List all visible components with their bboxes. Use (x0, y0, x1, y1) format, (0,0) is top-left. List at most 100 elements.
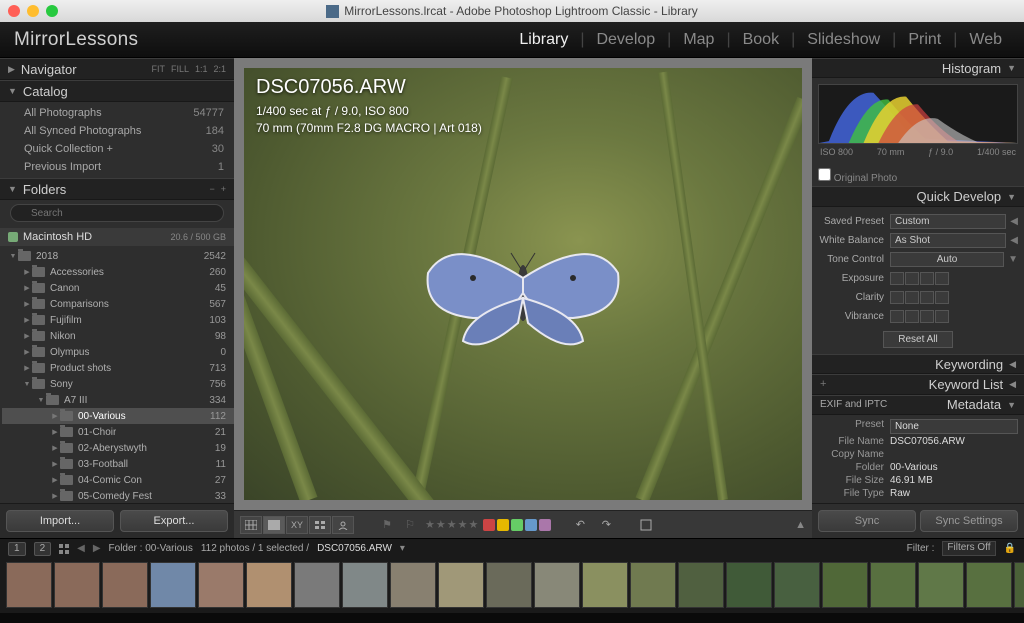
catalog-item[interactable]: All Synced Photographs184 (0, 122, 234, 140)
thumbnail[interactable] (534, 562, 580, 608)
thumbnail[interactable] (198, 562, 244, 608)
thumbnail[interactable] (822, 562, 868, 608)
import-button[interactable]: Import... (6, 510, 114, 532)
thumbnail[interactable] (246, 562, 292, 608)
metadata-preset-select[interactable]: None (890, 419, 1018, 434)
folder-search-input[interactable] (10, 204, 224, 222)
rotate-cw-button[interactable]: ↷ (595, 516, 617, 534)
catalog-item[interactable]: Quick Collection +30 (0, 140, 234, 158)
original-checkbox[interactable] (818, 168, 831, 181)
wb-select[interactable]: As Shot (890, 233, 1006, 248)
close-icon[interactable] (8, 5, 20, 17)
color-label[interactable] (539, 519, 551, 531)
folder-node[interactable]: ▶02-Aberystwyth19 (2, 440, 234, 456)
keywording-header[interactable]: Keywording ◀ (812, 354, 1024, 374)
folder-node[interactable]: ▶Canon45 (2, 280, 234, 296)
reset-all-button[interactable]: Reset All (883, 331, 952, 348)
thumbnail[interactable] (966, 562, 1012, 608)
folder-node[interactable]: ▶01-Choir21 (2, 424, 234, 440)
color-label[interactable] (483, 519, 495, 531)
thumbnail[interactable] (1014, 562, 1024, 608)
folder-node[interactable]: ▼Sony756 (2, 376, 234, 392)
catalog-item[interactable]: All Photographs54777 (0, 104, 234, 122)
histogram-header[interactable]: Histogram ▼ (812, 58, 1024, 78)
thumbnail[interactable] (630, 562, 676, 608)
thumbnail[interactable] (6, 562, 52, 608)
folder-node[interactable]: ▶Nikon98 (2, 328, 234, 344)
module-library[interactable]: Library (511, 31, 576, 49)
module-map[interactable]: Map (675, 31, 722, 49)
folder-node[interactable]: ▶00-Various112 (2, 408, 234, 424)
crop-overlay-button[interactable] (635, 516, 657, 534)
loupe-view-button[interactable] (263, 516, 285, 534)
metadata-header[interactable]: EXIF and IPTC Metadata ▼ (812, 395, 1024, 415)
histogram-graph[interactable] (818, 84, 1018, 144)
thumbnail[interactable] (726, 562, 772, 608)
module-develop[interactable]: Develop (588, 31, 663, 49)
minus-icon[interactable]: − (209, 184, 214, 194)
maximize-icon[interactable] (46, 5, 58, 17)
rating-stars[interactable]: ★★★★★ (425, 518, 479, 531)
page-1[interactable]: 1 (8, 542, 26, 556)
export-button[interactable]: Export... (120, 510, 228, 532)
vibrance-stepper[interactable] (890, 310, 949, 323)
catalog-header[interactable]: ▼ Catalog (0, 80, 234, 102)
volume-row[interactable]: Macintosh HD 20.6 / 500 GB (0, 228, 234, 246)
folder-node[interactable]: ▶04-Comic Con27 (2, 472, 234, 488)
thumbnail[interactable] (342, 562, 388, 608)
exposure-stepper[interactable] (890, 272, 949, 285)
module-book[interactable]: Book (735, 31, 787, 49)
quick-develop-header[interactable]: Quick Develop ▼ (812, 186, 1024, 206)
folder-node[interactable]: ▶Accessories260 (2, 264, 234, 280)
folder-node[interactable]: ▶Fujifilm103 (2, 312, 234, 328)
folder-node[interactable]: ▶05-Comedy Fest33 (2, 488, 234, 503)
flag-reject-button[interactable]: ⚐ (399, 516, 421, 534)
rotate-ccw-button[interactable]: ↶ (569, 516, 591, 534)
plus-icon[interactable]: + (221, 184, 226, 194)
color-label[interactable] (525, 519, 537, 531)
grid-icon[interactable] (59, 544, 69, 554)
prev-arrow-icon[interactable]: ◀ (77, 543, 85, 554)
folder-node[interactable]: ▶03-Football11 (2, 456, 234, 472)
thumbnail[interactable] (294, 562, 340, 608)
catalog-item[interactable]: Previous Import1 (0, 158, 234, 176)
thumbnail[interactable] (102, 562, 148, 608)
sync-settings-button[interactable]: Sync Settings (920, 510, 1018, 532)
navigator-header[interactable]: ▶ Navigator FIT FILL 1:1 2:1 (0, 58, 234, 80)
chevron-up-icon[interactable]: ▲ (795, 519, 806, 531)
compare-view-button[interactable]: XY (286, 516, 308, 534)
folder-node[interactable]: ▶Comparisons567 (2, 296, 234, 312)
thumbnail[interactable] (390, 562, 436, 608)
module-print[interactable]: Print (900, 31, 949, 49)
module-web[interactable]: Web (961, 31, 1010, 49)
lock-icon[interactable]: 🔒 (1004, 543, 1016, 554)
page-2[interactable]: 2 (34, 542, 52, 556)
people-view-button[interactable] (332, 516, 354, 534)
grid-view-button[interactable] (240, 516, 262, 534)
thumbnail[interactable] (774, 562, 820, 608)
filter-select[interactable]: Filters Off (942, 541, 995, 556)
keyword-list-header[interactable]: + Keyword List ◀ (812, 374, 1024, 394)
loupe-preview[interactable]: DSC07056.ARW 1/400 sec at ƒ / 9.0, ISO 8… (244, 68, 802, 500)
filmstrip[interactable] (0, 558, 1024, 613)
folder-node[interactable]: ▼20182542 (2, 248, 234, 264)
thumbnail[interactable] (582, 562, 628, 608)
folders-header[interactable]: ▼ Folders −+ (0, 178, 234, 200)
thumbnail[interactable] (438, 562, 484, 608)
color-label[interactable] (497, 519, 509, 531)
folder-node[interactable]: ▶Olympus0 (2, 344, 234, 360)
thumbnail[interactable] (54, 562, 100, 608)
next-arrow-icon[interactable]: ▶ (93, 543, 101, 554)
flag-pick-button[interactable]: ⚑ (376, 516, 398, 534)
thumbnail[interactable] (150, 562, 196, 608)
thumbnail[interactable] (678, 562, 724, 608)
clarity-stepper[interactable] (890, 291, 949, 304)
thumbnail[interactable] (918, 562, 964, 608)
thumbnail[interactable] (486, 562, 532, 608)
folder-node[interactable]: ▶Product shots713 (2, 360, 234, 376)
color-label[interactable] (511, 519, 523, 531)
thumbnail[interactable] (870, 562, 916, 608)
minimize-icon[interactable] (27, 5, 39, 17)
auto-tone-button[interactable]: Auto (890, 252, 1004, 267)
sync-button[interactable]: Sync (818, 510, 916, 532)
